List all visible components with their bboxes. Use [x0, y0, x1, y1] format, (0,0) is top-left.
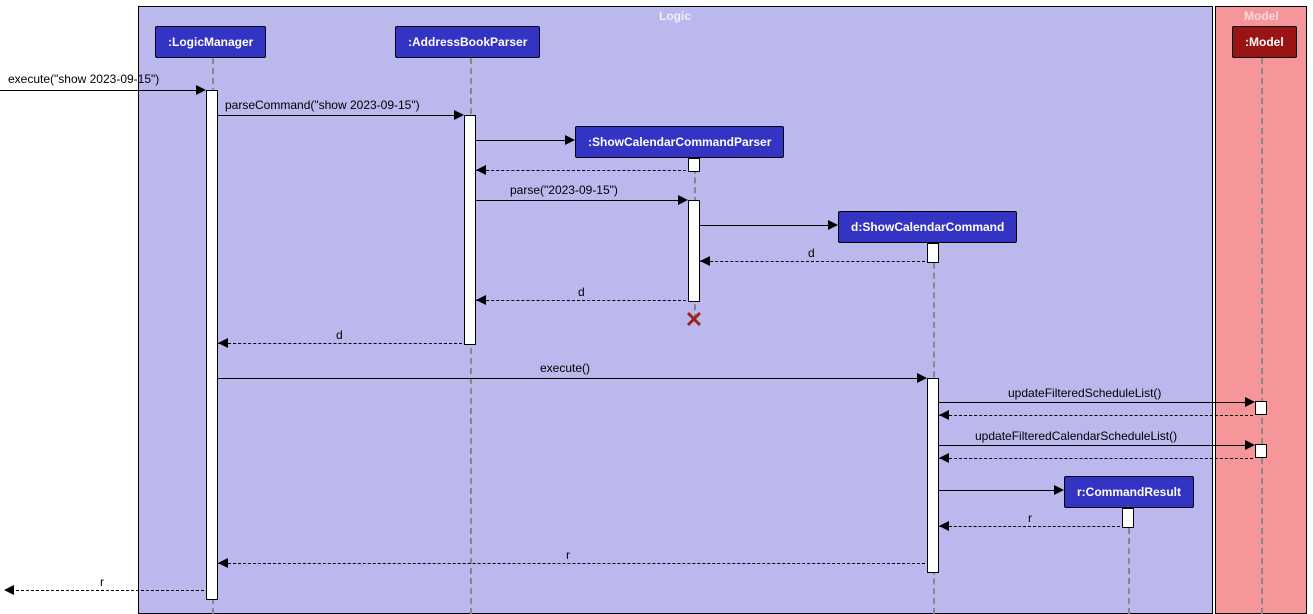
participant-model: :Model [1232, 26, 1297, 58]
label-m2: parseCommand("show 2023-09-15") [225, 98, 420, 112]
activation-model-2 [1255, 444, 1267, 458]
arrowhead-return-parser-create [476, 165, 486, 175]
arrowhead-m1 [196, 85, 206, 95]
arrow-m5 [939, 402, 1253, 403]
lifeline-model [1261, 58, 1263, 614]
arrowhead-create-command [828, 220, 838, 230]
arrow-return-d1 [700, 261, 925, 262]
arrowhead-m3 [678, 195, 688, 205]
participant-logic-manager: :LogicManager [155, 26, 266, 58]
label-return-r2: r [566, 548, 570, 562]
label-return-d1: d [808, 246, 815, 260]
model-box-label: Model [1244, 9, 1279, 23]
label-m6: updateFilteredCalendarScheduleList() [975, 429, 1177, 443]
activation-command-result [1122, 508, 1134, 528]
arrow-return-r2 [218, 563, 925, 564]
activation-parser-parse [688, 200, 700, 302]
arrow-m1 [0, 90, 200, 91]
label-return-d2: d [578, 285, 585, 299]
arrow-create-command [700, 225, 834, 226]
activation-logic-manager [206, 90, 218, 600]
arrowhead-create-result [1054, 485, 1064, 495]
arrowhead-return-d3 [218, 338, 228, 348]
arrow-create-parser [476, 140, 571, 141]
arrow-create-result [939, 490, 1060, 491]
arrow-return-m6 [939, 458, 1253, 459]
arrowhead-return-d2 [476, 295, 486, 305]
logic-box-label: Logic [659, 9, 691, 23]
arrow-m3 [476, 200, 686, 201]
arrow-return-r3 [6, 590, 204, 591]
label-return-d3: d [336, 328, 343, 342]
activation-address-book-parser [464, 115, 476, 345]
arrowhead-return-r3 [4, 585, 14, 595]
arrowhead-return-r2 [218, 558, 228, 568]
arrow-m2 [218, 115, 460, 116]
label-m3: parse("2023-09-15") [510, 183, 618, 197]
participant-command-result: r:CommandResult [1064, 476, 1194, 508]
arrow-return-d3 [218, 343, 462, 344]
label-m5: updateFilteredScheduleList() [1008, 386, 1161, 400]
label-m4: execute() [540, 361, 590, 375]
arrowhead-m4 [917, 373, 927, 383]
activation-model-1 [1255, 401, 1267, 415]
activation-show-command-execute [927, 378, 939, 573]
label-return-r1: r [1028, 511, 1032, 525]
arrow-return-parser-create [476, 170, 686, 171]
participant-address-book-parser: :AddressBookParser [395, 26, 540, 58]
label-m1: execute("show 2023-09-15") [8, 72, 159, 86]
participant-show-calendar-command-parser: :ShowCalendarCommandParser [575, 126, 784, 158]
arrowhead-return-m6 [939, 453, 949, 463]
arrowhead-create-parser [565, 135, 575, 145]
arrowhead-return-m5 [939, 410, 949, 420]
arrowhead-m6 [1245, 440, 1255, 450]
label-return-r3: r [100, 575, 104, 589]
activation-show-command-create [927, 243, 939, 263]
arrow-return-m5 [939, 415, 1253, 416]
arrowhead-m2 [454, 110, 464, 120]
arrowhead-return-d1 [700, 256, 710, 266]
activation-parser-create [688, 158, 700, 172]
arrow-return-r1 [939, 526, 1120, 527]
arrowhead-m5 [1245, 397, 1255, 407]
arrowhead-return-r1 [939, 521, 949, 531]
participant-show-calendar-command: d:ShowCalendarCommand [838, 211, 1017, 243]
destroy-parser-icon: ✕ [684, 310, 704, 330]
arrow-return-d2 [476, 300, 686, 301]
arrow-m4 [218, 378, 925, 379]
arrow-m6 [939, 445, 1253, 446]
